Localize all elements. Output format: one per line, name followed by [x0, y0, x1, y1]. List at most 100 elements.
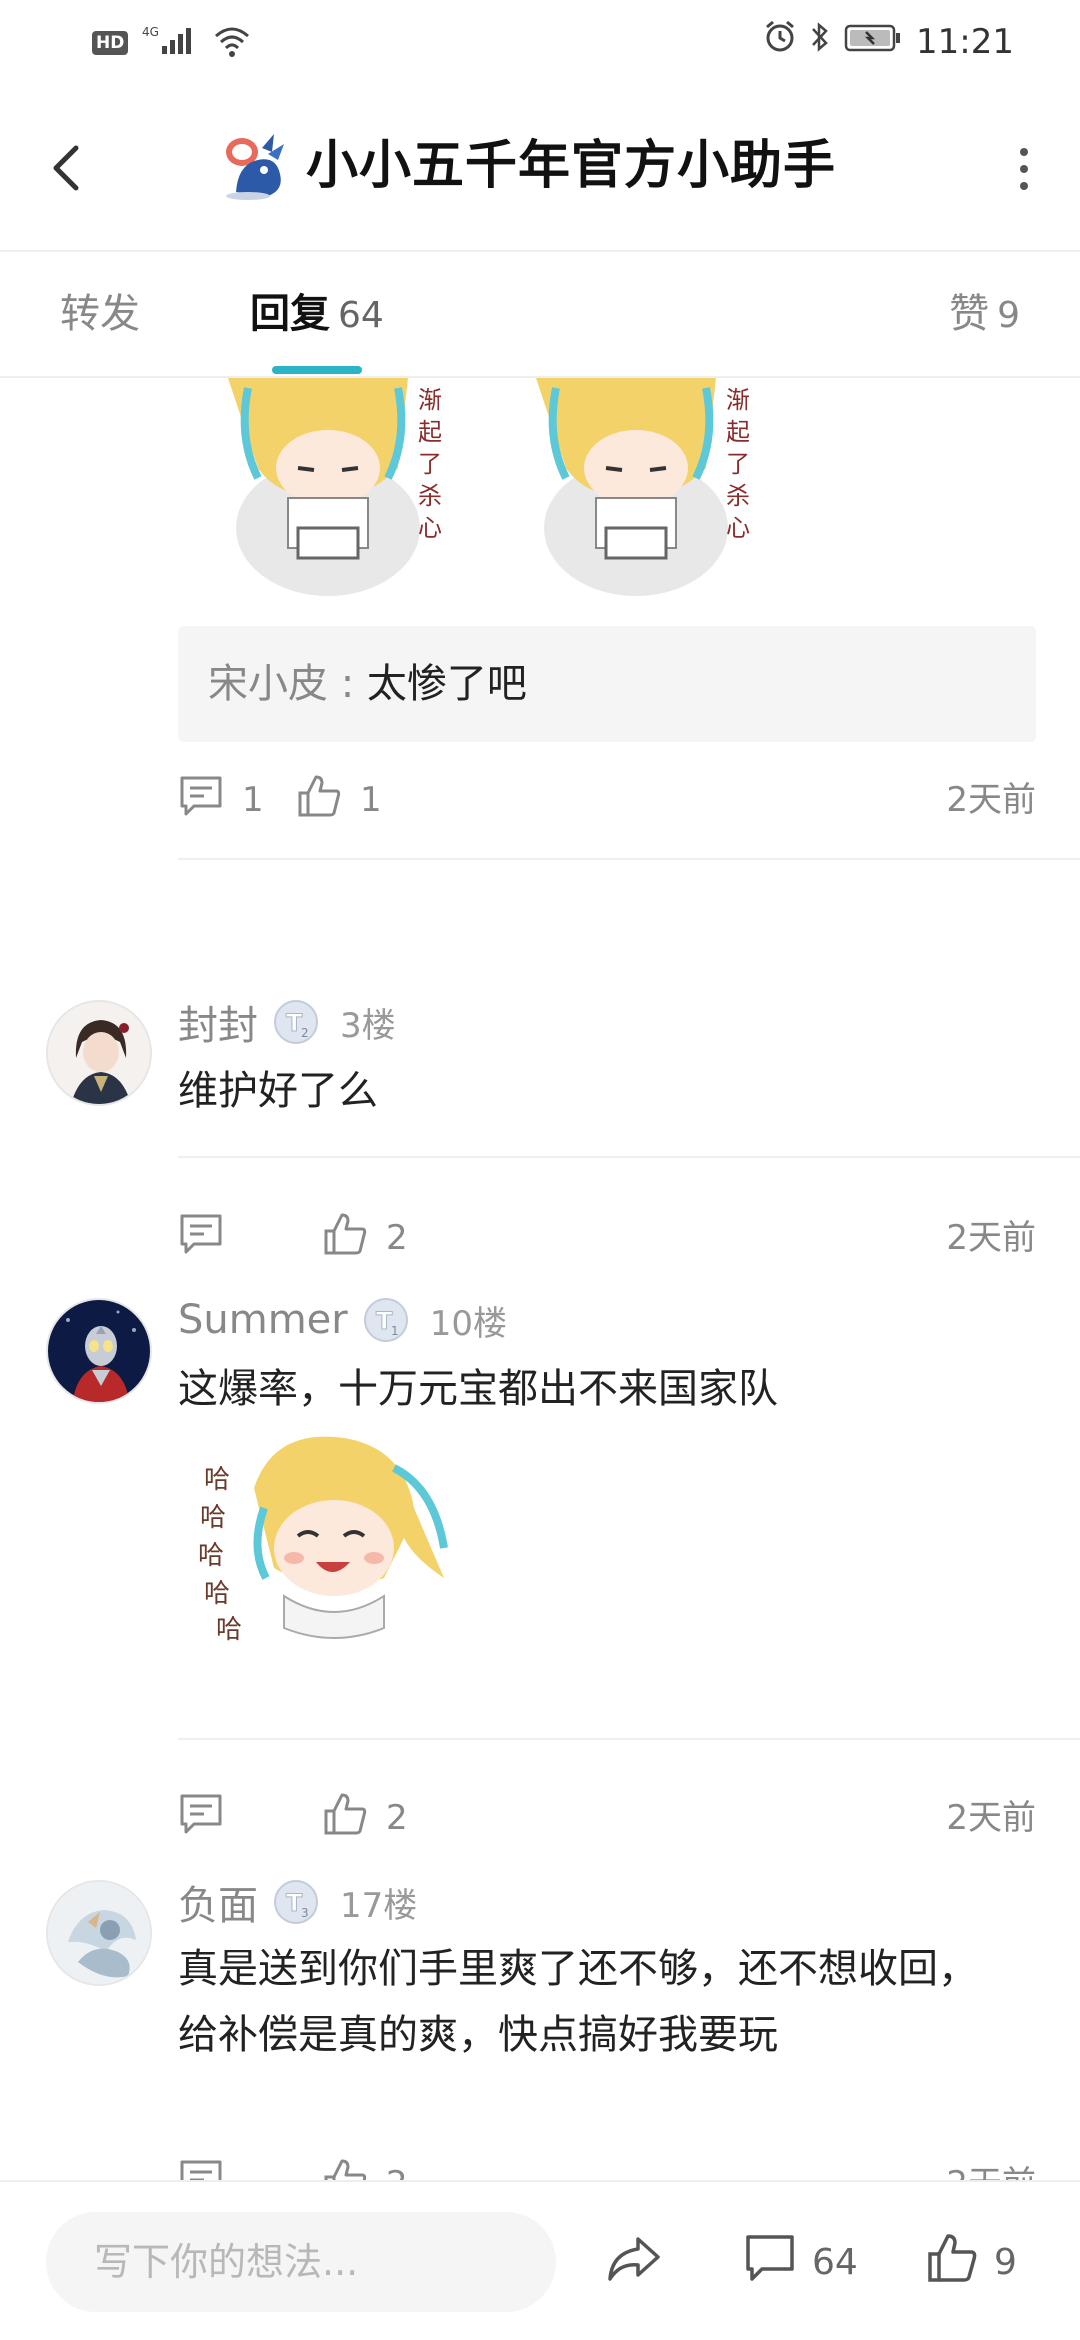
bottom-bar: 64 9 [0, 2180, 1080, 2340]
svg-text:渐: 渐 [726, 386, 750, 414]
comment-text-line: 真是送到你们手里爽了还不够，还不想收回， [178, 1946, 978, 1992]
tab-like-label: 赞 [949, 291, 990, 337]
wifi-icon [212, 24, 252, 62]
user-level-badge: T3 [272, 1878, 320, 1926]
list-item[interactable]: 负面 T3 17楼 真是送到你们手里爽了还不够，还不想收回， 给补偿是真的爽，快… [0, 1738, 1080, 2110]
avatar[interactable] [46, 1298, 152, 1404]
comment-icon [744, 2233, 796, 2292]
user-level-badge: T2 [272, 998, 320, 1046]
quoted-reply-separator: : [328, 661, 367, 707]
tab-like[interactable]: 赞9 [949, 288, 1020, 342]
status-bar: HD 4G 11:21 [0, 0, 1080, 84]
share-icon [606, 2233, 662, 2292]
quoted-reply-text: 太惨了吧 [366, 661, 527, 707]
thumbs-up-icon [926, 2232, 978, 2293]
more-icon[interactable] [1016, 144, 1032, 194]
comment-button[interactable] [178, 2154, 224, 2180]
thumbs-up-icon [322, 2157, 368, 2180]
status-left: HD 4G [92, 24, 252, 62]
comments-button[interactable]: 64 [744, 2222, 858, 2302]
list-item[interactable]: 封封 T2 3楼 维护好了么 [0, 858, 1080, 1158]
sticker-image[interactable]: 渐 起 了 杀 心 [526, 378, 756, 598]
comment-count: 1 [242, 780, 264, 820]
reply-input[interactable] [46, 2212, 556, 2312]
svg-text:杀: 杀 [726, 482, 750, 510]
like-total-button[interactable]: 9 [926, 2222, 1017, 2302]
clock: 11:21 [916, 21, 1014, 62]
tab-reply-label: 回复 [250, 291, 330, 337]
comment-text: 维护好了么 [178, 1068, 378, 1114]
svg-text:渐: 渐 [418, 386, 442, 414]
svg-text:1: 1 [391, 1324, 399, 1338]
comment-meta: Summer T1 10楼 [178, 1292, 507, 1348]
hd-badge: HD [92, 31, 129, 55]
svg-text:杀: 杀 [418, 482, 442, 510]
reply-time: 2天前 [946, 780, 1036, 820]
reply-input-wrapper[interactable] [46, 2212, 556, 2312]
alarm-icon [764, 20, 796, 63]
svg-text:2: 2 [301, 1026, 309, 1040]
logo-icon [218, 130, 290, 202]
floor-number: 17楼 [340, 1885, 418, 1926]
tab-repost[interactable]: 转发 [60, 288, 140, 340]
share-button[interactable] [606, 2222, 662, 2302]
tab-reply[interactable]: 回复 64 [250, 288, 384, 342]
reply-list[interactable]: 渐 起 了 杀 心 渐 起 了 杀 心 宋小皮 : 太惨了吧 1 1 2天前 封… [0, 378, 1080, 2180]
comment-button[interactable]: 1 [178, 770, 264, 830]
svg-text:心: 心 [726, 514, 750, 542]
sticker-image[interactable]: 渐 起 了 杀 心 [218, 378, 448, 598]
battery-icon [844, 22, 902, 62]
svg-text:了: 了 [418, 450, 442, 478]
comment-total: 64 [812, 2241, 858, 2283]
like-count: 1 [360, 780, 382, 820]
svg-text:3: 3 [301, 1906, 309, 1920]
svg-text:哈: 哈 [216, 1615, 242, 1645]
active-tab-indicator [272, 366, 362, 374]
tab-bar: 转发 回复 64 赞9 [0, 252, 1080, 378]
comment-text: 真是送到你们手里爽了还不够，还不想收回， 给补偿是真的爽，快点搞好我要玩 [178, 1936, 1036, 2068]
like-count: 2 [386, 2164, 408, 2180]
network-label: 4G [142, 25, 159, 39]
list-item[interactable]: Summer T1 10楼 这爆率，十万元宝都出不来国家队 哈 哈 哈 哈 哈 [0, 1156, 1080, 1738]
page-title: 小小五千年官方小助手 [306, 136, 837, 196]
username[interactable]: 封封 [178, 993, 258, 1051]
svg-text:哈: 哈 [198, 1541, 224, 1571]
floor-number: 10楼 [429, 1303, 507, 1344]
username[interactable]: 负面 [178, 1873, 258, 1931]
quoted-reply-user[interactable]: 宋小皮 [208, 661, 328, 707]
comment-icon [178, 774, 224, 827]
svg-text:起: 起 [726, 418, 750, 446]
header: 小小五千年官方小助手 [0, 84, 1080, 252]
comment-time: 2天前 [946, 2154, 1036, 2180]
comment-meta: 负面 T3 17楼 [178, 1874, 417, 1930]
like-button[interactable]: 1 [296, 770, 382, 830]
reply-actions: 1 1 2天前 [178, 770, 1036, 830]
comment-text: 这爆率，十万元宝都出不来国家队 [178, 1366, 778, 1412]
svg-text:哈: 哈 [204, 1579, 230, 1609]
tab-like-count: 9 [997, 295, 1020, 336]
avatar[interactable] [46, 1000, 152, 1106]
sticker-image[interactable]: 哈 哈 哈 哈 哈 [194, 1428, 464, 1668]
comment-meta: 封封 T2 3楼 [178, 994, 396, 1050]
username[interactable]: Summer [178, 1297, 348, 1343]
user-level-badge: T1 [362, 1296, 410, 1344]
svg-text:心: 心 [418, 514, 442, 542]
svg-text:起: 起 [418, 418, 442, 446]
back-icon[interactable] [44, 138, 94, 198]
signal-icon: 4G [142, 24, 198, 62]
comment-icon [178, 2158, 224, 2180]
quoted-reply[interactable]: 宋小皮 : 太惨了吧 [178, 626, 1036, 742]
comment-actions: 2 2天前 [178, 2154, 1036, 2180]
like-total: 9 [994, 2241, 1017, 2283]
like-button[interactable]: 2 [322, 2154, 408, 2180]
floor-number: 3楼 [340, 1005, 396, 1046]
comment-text-line: 给补偿是真的爽，快点搞好我要玩 [178, 2012, 778, 2058]
svg-text:哈: 哈 [200, 1503, 226, 1533]
svg-text:哈: 哈 [204, 1465, 230, 1495]
svg-text:了: 了 [726, 450, 750, 478]
avatar[interactable] [46, 1880, 152, 1986]
tab-reply-count: 64 [338, 295, 384, 336]
thumbs-up-icon [296, 773, 342, 828]
bluetooth-icon [810, 20, 830, 63]
status-right: 11:21 [764, 20, 1014, 63]
